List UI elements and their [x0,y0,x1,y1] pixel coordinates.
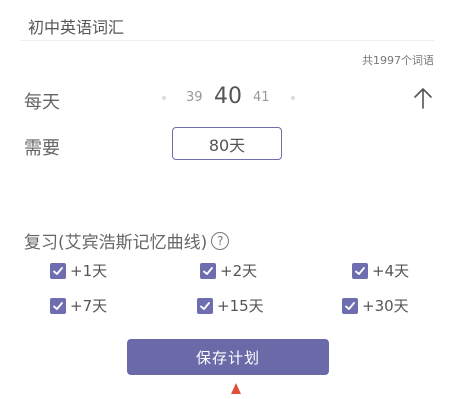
review-header: 复习(艾宾浩斯记忆曲线) ? [24,228,230,253]
picker-dot-left [162,96,166,100]
review-option-5[interactable]: +15天 [197,295,264,316]
pointer-cursor-icon [229,380,243,399]
need-label: 需要 [24,138,60,159]
help-icon[interactable]: ? [211,231,230,250]
checkbox-checked-icon[interactable] [50,297,66,314]
checkbox-checked-icon[interactable] [50,262,66,279]
checkbox-checked-icon[interactable] [342,297,358,314]
word-count: 共1997个词语 [362,54,434,67]
arrow-up-icon[interactable] [412,86,434,110]
checkbox-checked-icon[interactable] [200,262,216,279]
review-option-label: +2天 [220,262,258,280]
save-plan-button[interactable]: 保存计划 [127,339,329,375]
daily-label: 每天 [24,92,60,113]
review-option-6[interactable]: +30天 [342,295,409,316]
daily-picker-current[interactable]: 40 [214,84,242,109]
days-needed-value[interactable]: 80天 [172,127,282,160]
picker-dot-right [291,96,295,100]
daily-picker-prev[interactable]: 39 [186,90,203,105]
review-option-1[interactable]: +1天 [50,260,107,281]
review-option-3[interactable]: +4天 [352,260,409,281]
checkbox-checked-icon[interactable] [352,262,368,279]
review-option-label: +15天 [217,297,264,315]
review-label: 复习(艾宾浩斯记忆曲线) [24,233,208,253]
title-divider [20,40,434,41]
checkbox-checked-icon[interactable] [197,297,213,314]
review-option-label: +4天 [372,262,410,280]
review-option-2[interactable]: +2天 [200,260,257,281]
daily-picker-next[interactable]: 41 [253,90,270,105]
review-option-label: +7天 [70,297,108,315]
review-option-label: +1天 [70,262,108,280]
plan-title: 初中英语词汇 [28,18,125,37]
review-option-4[interactable]: +7天 [50,295,107,316]
review-option-label: +30天 [362,297,409,315]
